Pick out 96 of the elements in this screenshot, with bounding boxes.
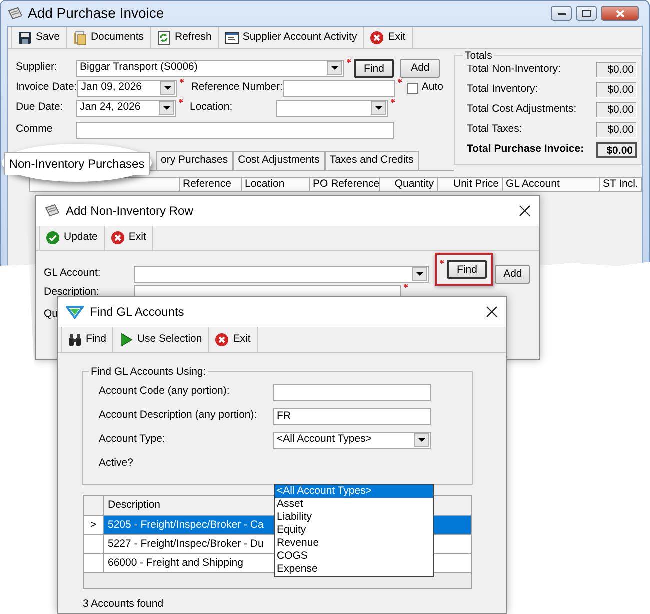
close-icon [616,10,624,18]
window-icon [224,30,239,44]
window-title: Find GL Accounts [90,304,184,321]
binoculars-icon [68,332,82,346]
column-header: Quantity [380,178,438,191]
total-label: Total Purchase Invoice: [467,142,584,158]
total-label: Total Taxes: [467,122,522,138]
field-label: Supplier: [16,60,58,76]
supplier-field[interactable]: Biggar Transport (S0006) [76,60,344,76]
column-header: GL Account [503,178,600,191]
tab[interactable]: Non-Inventory Purchases [4,152,150,174]
dropdown-option[interactable]: Revenue [275,537,433,550]
status-text: 3 Accounts found [83,597,165,612]
gl-account-field[interactable] [134,266,429,282]
total-label: Total Inventory: [467,82,538,98]
toolbar-button[interactable]: Update [39,226,105,250]
close-circle-icon [215,332,230,346]
column-header: Location [242,178,310,191]
checkbox[interactable] [406,82,418,94]
total-value: $0.00 [596,142,637,158]
find-button[interactable]: Find [354,58,394,78]
checkbox-label: Auto [422,80,444,96]
column-header: ST Incl. [602,178,640,191]
group-title: Totals [463,49,494,65]
minimize-button[interactable] [551,6,572,21]
field-label: Description: [44,285,100,300]
close-circle-icon [110,231,125,245]
field-label: Location: [190,100,234,116]
dropdown-option[interactable]: Expense [275,563,433,576]
toolbar-button[interactable]: Use Selection [113,327,210,352]
papers-icon [44,204,60,218]
add-button[interactable]: Add [495,264,530,284]
window-title: Add Non-Inventory Row [66,203,194,220]
toolbar-button[interactable]: Exit [104,226,154,250]
papers-icon [7,6,23,20]
close-icon [486,306,498,318]
column-header: Reference [180,178,242,191]
reference-number-field[interactable] [282,80,395,96]
close-button[interactable] [519,205,531,217]
play-icon [119,332,134,346]
date-field[interactable]: Jan 24, 2026 [76,100,176,116]
dropdown-option[interactable]: Equity [275,524,433,537]
column-header: Unit Price [438,178,503,191]
account-type-field[interactable]: <All Account Types> [273,432,431,448]
window-title: Add Purchase Invoice [28,4,164,23]
total-label: Total Cost Adjustments: [467,102,577,118]
field-label: Account Description (any portion): [99,408,258,424]
total-value: $0.00 [596,82,637,98]
dropdown-option[interactable]: COGS [275,550,433,563]
field-label: Account Code (any portion): [99,384,231,400]
minimize-icon [558,12,566,16]
toolbar-button[interactable]: Refresh [151,27,219,48]
field-label: Qu [44,307,58,322]
date-field[interactable]: Jan 09, 2026 [77,80,178,96]
total-value: $0.00 [596,62,637,78]
toolbar-button[interactable]: Exit [364,27,413,48]
field-label: GL Account: [44,266,102,282]
comments-field[interactable] [76,122,394,138]
refresh-icon [157,30,172,44]
total-value: $0.00 [596,102,637,118]
column-header: Description [107,498,162,513]
total-label: Total Non-Inventory: [467,62,561,78]
maximize-icon [582,10,591,17]
maximize-button[interactable] [576,6,597,21]
toolbar-button[interactable]: Find [61,327,114,352]
triangle-logo-icon [66,305,84,319]
field-label: Account Type: [99,432,166,448]
account-code-field[interactable] [273,384,431,400]
toolbar-button[interactable]: Save [11,27,67,48]
toolbar-button[interactable]: Exit [209,327,258,352]
field-label: Comme [16,122,54,138]
location-field[interactable] [276,100,388,116]
tab[interactable]: ory Purchases [156,151,234,170]
add-button[interactable]: Add [400,58,440,78]
close-icon [519,205,531,217]
field-label: Invoice Date: [16,80,78,96]
check-circle-icon [46,231,60,245]
tab[interactable]: Cost Adjustments [233,151,325,170]
table-row[interactable]: 5205 - Freight/Inspec/Broker - Ca [104,516,274,534]
close-circle-icon [370,30,384,44]
account-description-field[interactable]: FR [273,408,431,424]
dropdown-option[interactable]: Liability [275,511,433,524]
field-label: Due Date: [16,100,64,116]
total-value: $0.00 [596,122,637,138]
folder-icon [72,30,87,44]
dropdown-option[interactable]: <All Account Types> [275,485,433,498]
field-label: Reference Number: [191,80,283,96]
column-header: PO Reference [310,178,380,191]
table-row[interactable]: 5227 - Freight/Inspec/Broker - Du [104,535,274,553]
close-button[interactable] [486,306,498,318]
dropdown-option[interactable]: Asset [275,498,433,511]
find-button[interactable]: Find [447,260,488,278]
field-label: Active? [99,456,134,472]
toolbar-button[interactable]: Supplier Account Activity [218,27,364,48]
toolbar-button[interactable]: Documents [66,27,152,48]
tab[interactable]: Taxes and Credits [324,151,419,170]
